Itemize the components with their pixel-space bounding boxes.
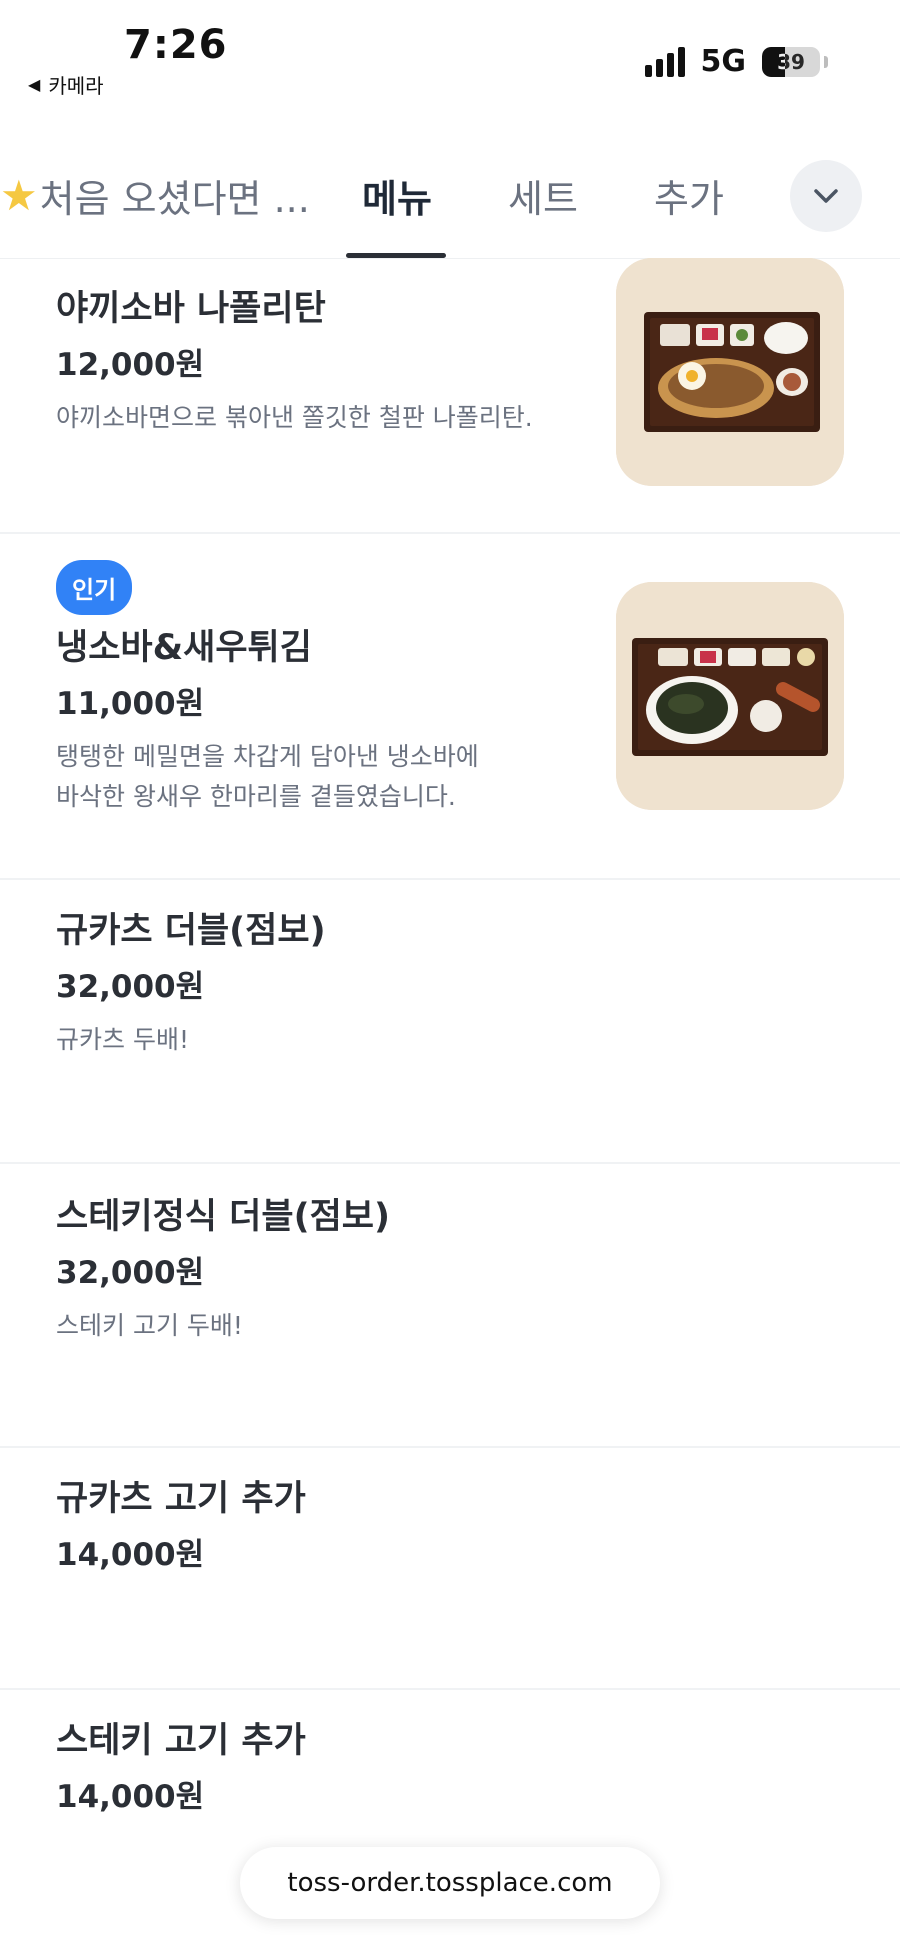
menu-item-name: 냉소바&새우튀김 [56,628,312,668]
menu-item-price: 12,000원 [56,347,205,383]
menu-item-price: 14,000원 [56,1779,205,1815]
menu-item-text: 인기 냉소바&새우튀김 11,000원 탱탱한 메밀면을 차갑게 담아낸 냉소바… [56,560,596,817]
network-type: 5G [700,44,747,79]
back-to-camera-button[interactable]: ◀ 카메라 [28,70,104,99]
menu-item-description: 탱탱한 메밀면을 차갑게 담아낸 냉소바에 바삭한 왕새우 한마리를 곁들였습니… [56,737,596,817]
status-time: 7:26 [124,22,228,68]
url-bar[interactable]: toss-order.tossplace.com [240,1847,660,1919]
menu-item[interactable]: 스테키정식 더블(점보) 32,000원 스테키 고기 두배! [0,1164,900,1448]
menu-item[interactable]: 규카츠 고기 추가 14,000원 [0,1448,900,1690]
signal-icon [644,46,685,77]
expand-categories-button[interactable] [790,160,862,232]
menu-item-text: 야끼소바 나폴리탄 12,000원 야끼소바면으로 볶아낸 쫄깃한 철판 나폴리… [56,284,596,438]
menu-item-name: 야끼소바 나폴리탄 [56,289,326,329]
menu-item-description: 야끼소바면으로 볶아낸 쫄깃한 철판 나폴리탄. [56,403,533,432]
category-tabs: ★ 처음 오셨다면 ... 메뉴 세트 추가 [0,150,900,259]
battery-icon: 39 [762,46,820,77]
menu-item-text: 스테키 고기 추가 14,000원 [56,1716,596,1822]
back-label: 카메라 [48,74,104,98]
battery-tip [824,55,828,68]
menu-item-description: 규카츠 두배! [56,1025,189,1054]
menu-item-name: 스테키정식 더블(점보) [56,1197,390,1237]
menu-item[interactable]: 규카츠 더블(점보) 32,000원 규카츠 두배! [0,880,900,1164]
tab-set[interactable]: 세트 [508,168,578,223]
tab-label: 처음 오셨다면 ... [39,177,310,221]
menu-item-name: 규카츠 고기 추가 [56,1479,306,1519]
napolitan-set-photo [616,258,844,486]
menu-item-price: 11,000원 [56,686,205,722]
battery-level: 39 [777,49,805,74]
popular-badge: 인기 [56,560,133,615]
triangle-left-icon: ◀ [28,75,41,94]
menu-item-price: 32,000원 [56,1255,205,1291]
menu-item-name: 스테키 고기 추가 [56,1721,306,1761]
chevron-down-icon [814,189,838,203]
status-indicators: 5G 39 [644,44,828,79]
description-line: 바삭한 왕새우 한마리를 곁들였습니다. [56,782,456,811]
cold-soba-set-photo [616,582,844,810]
description-line: 탱탱한 메밀면을 차갑게 담아낸 냉소바에 [56,742,479,771]
menu-item[interactable]: 야끼소바 나폴리탄 12,000원 야끼소바면으로 볶아낸 쫄깃한 철판 나폴리… [0,258,900,534]
menu-item-text: 스테키정식 더블(점보) 32,000원 스테키 고기 두배! [56,1192,596,1346]
menu-item-description: 스테키 고기 두배! [56,1311,243,1340]
menu-item-price: 32,000원 [56,969,205,1005]
menu-item[interactable]: 인기 냉소바&새우튀김 11,000원 탱탱한 메밀면을 차갑게 담아낸 냉소바… [0,534,900,880]
tab-menu[interactable]: 메뉴 [362,168,432,223]
star-icon: ★ [0,171,38,220]
menu-item-text: 규카츠 더블(점보) 32,000원 규카츠 두배! [56,906,596,1060]
tab-first-visit[interactable]: ★ 처음 오셨다면 ... [0,168,310,223]
menu-item-price: 14,000원 [56,1537,205,1573]
menu-item-name: 규카츠 더블(점보) [56,911,326,951]
menu-item-text: 규카츠 고기 추가 14,000원 [56,1474,596,1580]
tab-add[interactable]: 추가 [654,168,724,223]
toss-order-page: 7:26 ◀ 카메라 5G 39 ★ 처음 오셨다면 ... 메뉴 세트 추가 [0,0,900,1951]
menu-list: 야끼소바 나폴리탄 12,000원 야끼소바면으로 볶아낸 쫄깃한 철판 나폴리… [0,258,900,1930]
